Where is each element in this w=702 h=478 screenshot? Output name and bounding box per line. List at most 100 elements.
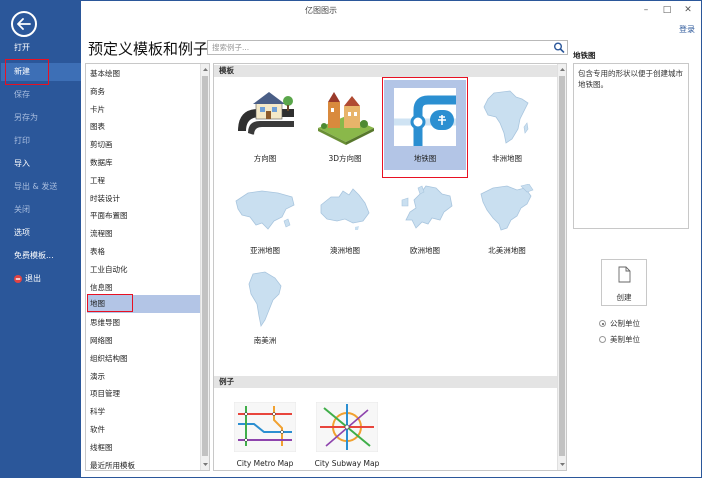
template-label: 方向图	[253, 154, 277, 163]
radio-us[interactable]	[599, 336, 606, 343]
south-america-map-icon	[248, 271, 282, 328]
category-item[interactable]: 组织结构图	[87, 350, 200, 368]
scroll-up-icon[interactable]	[202, 66, 209, 73]
examples-section-header: 例子	[214, 376, 558, 388]
unit-us-option[interactable]: 美制单位	[599, 334, 640, 345]
category-item[interactable]: 最近所用模板	[87, 457, 200, 475]
example-tile-city-metro[interactable]: City Metro Map	[224, 402, 304, 470]
page-title: 预定义模板和例子	[88, 40, 209, 58]
nav-item-exit[interactable]: 退出	[1, 270, 81, 288]
login-link[interactable]: 登录	[679, 24, 695, 35]
create-button[interactable]: 创建	[601, 259, 647, 306]
category-item[interactable]: 工程	[87, 172, 200, 190]
australia-map-icon	[320, 188, 370, 230]
africa-map-icon	[483, 90, 529, 144]
template-label: 澳洲地图	[330, 246, 360, 255]
app-window: 打开 新建 保存 另存为 打印 导入 导出 & 发送 关闭 选项 免费模板...…	[0, 0, 702, 478]
category-item[interactable]: 图表	[87, 118, 200, 136]
exit-icon	[14, 275, 22, 283]
house-street-icon	[238, 92, 294, 136]
template-tile-asia[interactable]: 亚洲地图	[224, 172, 306, 262]
nav-item-open[interactable]: 打开	[1, 39, 81, 57]
europe-map-icon	[401, 185, 453, 229]
example-label: City Subway Map	[314, 459, 380, 468]
create-button-label: 创建	[616, 293, 632, 302]
metro-map-thumbnail-icon	[234, 402, 296, 452]
nav-item-save[interactable]: 保存	[1, 86, 81, 104]
category-item[interactable]: 商务	[87, 83, 200, 101]
category-item[interactable]: 科学	[87, 403, 200, 421]
template-label: 欧洲地图	[410, 246, 440, 255]
radio-metric[interactable]	[599, 320, 606, 327]
scroll-down-icon[interactable]	[202, 461, 209, 468]
search-input[interactable]	[208, 41, 548, 54]
nav-item-options[interactable]: 选项	[1, 224, 81, 242]
category-item[interactable]: 流程图	[87, 225, 200, 243]
template-tile-europe[interactable]: 欧洲地图	[384, 172, 466, 262]
category-item[interactable]: 时装设计	[87, 190, 200, 208]
category-item[interactable]: 表格	[87, 243, 200, 261]
category-item[interactable]: 卡片	[87, 101, 200, 119]
category-item[interactable]: 软件	[87, 421, 200, 439]
new-document-icon	[618, 266, 631, 283]
category-item[interactable]: 数据库	[87, 154, 200, 172]
template-tile-3d-direction[interactable]: 3D方向图	[304, 80, 386, 170]
subway-map-thumbnail-icon	[316, 402, 378, 452]
category-item[interactable]: 剪切画	[87, 136, 200, 154]
3d-buildings-icon	[318, 92, 374, 145]
minimize-button[interactable]: –	[636, 3, 656, 17]
template-label: 南美洲	[253, 336, 277, 345]
unit-label: 公制单位	[610, 319, 640, 328]
category-item[interactable]: 思维导图	[87, 314, 200, 332]
unit-label: 美制单位	[610, 335, 640, 344]
template-gallery: 模板 方向图 3D方向图 地铁图 非洲地图 亚洲地图 澳洲地图 欧洲地图 北美洲…	[213, 63, 567, 471]
category-item[interactable]: 网络图	[87, 332, 200, 350]
category-item[interactable]: 演示	[87, 368, 200, 386]
template-tile-south-america[interactable]: 南美洲	[224, 262, 306, 352]
asia-map-icon	[235, 190, 295, 230]
nav-item-free-templates[interactable]: 免费模板...	[1, 247, 81, 265]
gallery-scrollbar[interactable]	[557, 64, 566, 470]
template-label: 3D方向图	[328, 154, 362, 163]
maximize-button[interactable]: □	[657, 3, 677, 17]
scroll-down-icon[interactable]	[559, 461, 566, 468]
scroll-up-icon[interactable]	[559, 66, 566, 73]
category-scrollbar[interactable]	[200, 64, 209, 470]
template-tile-australia[interactable]: 澳洲地图	[304, 172, 386, 262]
example-tile-city-subway[interactable]: City Subway Map	[306, 402, 386, 470]
template-tile-direction[interactable]: 方向图	[224, 80, 306, 170]
scroll-thumb[interactable]	[559, 76, 565, 456]
category-item[interactable]: 工业自动化	[87, 261, 200, 279]
unit-metric-option[interactable]: 公制单位	[599, 318, 640, 329]
nav-item-close[interactable]: 关闭	[1, 201, 81, 219]
details-title: 地铁图	[573, 51, 596, 60]
template-tile-north-america[interactable]: 北美洲地图	[466, 172, 548, 262]
details-description: 包含专用的形状以便于创建城市地铁图。	[573, 63, 689, 229]
search-icon[interactable]	[553, 42, 565, 53]
search-box	[207, 40, 568, 55]
close-button[interactable]: ✕	[678, 3, 698, 17]
template-tile-africa[interactable]: 非洲地图	[466, 80, 548, 170]
template-label: 北美洲地图	[488, 246, 526, 255]
back-button[interactable]	[11, 11, 37, 37]
arrow-left-icon	[17, 18, 31, 30]
category-highlight-box	[87, 294, 133, 312]
nav-item-print[interactable]: 打印	[1, 132, 81, 150]
template-highlight-box	[382, 77, 468, 178]
nav-item-import[interactable]: 导入	[1, 155, 81, 173]
backstage-nav: 打开 新建 保存 另存为 打印 导入 导出 & 发送 关闭 选项 免费模板...…	[1, 1, 81, 477]
templates-section-header: 模板	[214, 65, 558, 77]
north-america-map-icon	[480, 184, 534, 231]
nav-item-exit-label: 退出	[25, 274, 41, 283]
example-label: City Metro Map	[236, 459, 294, 468]
template-label: 非洲地图	[492, 154, 522, 163]
category-item[interactable]: 项目管理	[87, 385, 200, 403]
category-item[interactable]: 基本绘图	[87, 65, 200, 83]
nav-item-export-send[interactable]: 导出 & 发送	[1, 178, 81, 196]
scroll-thumb[interactable]	[202, 76, 208, 456]
template-label: 亚洲地图	[250, 246, 280, 255]
description-text: 包含专用的形状以便于创建城市地铁图。	[578, 69, 683, 89]
category-item[interactable]: 线框图	[87, 439, 200, 457]
category-item[interactable]: 平面布置图	[87, 207, 200, 225]
nav-item-save-as[interactable]: 另存为	[1, 109, 81, 127]
